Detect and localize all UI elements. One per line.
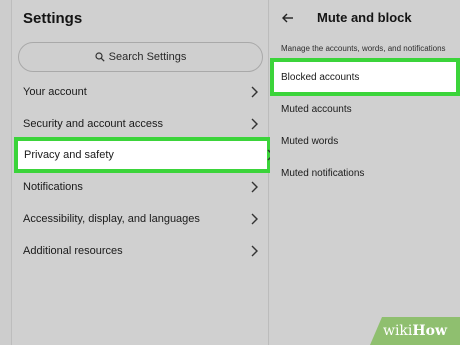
menu-item-notifications[interactable]: Notifications xyxy=(12,171,269,203)
mute-item-label: Muted words xyxy=(281,136,339,147)
mute-item-label: Blocked accounts xyxy=(281,71,360,83)
menu-item-label: Security and account access xyxy=(23,118,164,130)
menu-item-label: Your account xyxy=(23,86,87,98)
muted-notifications-item[interactable]: Muted notifications xyxy=(281,168,364,179)
back-arrow-icon[interactable] xyxy=(282,12,294,24)
window-edge xyxy=(0,0,12,345)
chevron-right-icon xyxy=(251,181,258,193)
settings-title: Settings xyxy=(23,10,83,27)
chevron-right-icon xyxy=(251,118,258,130)
menu-item-label: Accessibility, display, and languages xyxy=(23,213,200,225)
mute-item-label: Muted notifications xyxy=(281,168,365,179)
search-icon xyxy=(95,52,105,62)
blocked-accounts-item[interactable]: Blocked accounts xyxy=(270,58,460,96)
menu-item-your-account[interactable]: Your account xyxy=(12,76,269,108)
mute-description: Manage the accounts, words, and notifica… xyxy=(281,44,446,53)
watermark-part2: How xyxy=(412,323,448,339)
muted-words-item[interactable]: Muted words xyxy=(281,136,338,147)
menu-item-label: Privacy and safety xyxy=(24,149,114,161)
mute-header: Mute and block xyxy=(282,10,412,25)
menu-item-label: Notifications xyxy=(23,181,83,193)
menu-item-accessibility[interactable]: Accessibility, display, and languages xyxy=(12,203,269,235)
search-settings-input[interactable]: Search Settings xyxy=(18,42,263,72)
wikihow-watermark: wiki How xyxy=(370,317,460,345)
mute-and-block-panel: Mute and block Manage the accounts, word… xyxy=(270,0,460,345)
chevron-right-icon xyxy=(251,213,258,225)
watermark-part1: wiki xyxy=(382,323,413,339)
menu-item-security[interactable]: Security and account access xyxy=(12,108,269,140)
settings-panel: Settings Search Settings Your account Se… xyxy=(12,0,274,345)
chevron-right-icon xyxy=(251,245,258,257)
mute-item-label: Muted accounts xyxy=(281,104,352,115)
menu-item-privacy-and-safety[interactable]: Privacy and safety xyxy=(14,137,274,173)
muted-accounts-item[interactable]: Muted accounts xyxy=(281,104,352,115)
search-placeholder: Search Settings xyxy=(108,51,187,63)
menu-item-additional-resources[interactable]: Additional resources xyxy=(12,235,269,267)
menu-item-label: Additional resources xyxy=(23,245,123,257)
chevron-right-icon xyxy=(251,86,258,98)
mute-and-block-title: Mute and block xyxy=(317,10,412,25)
